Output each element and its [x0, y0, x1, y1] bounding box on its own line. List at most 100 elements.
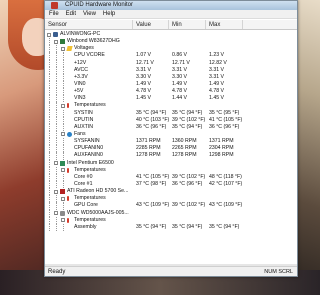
sensor-max: 1.49 V: [209, 80, 224, 87]
menu-view[interactable]: View: [83, 11, 96, 17]
voltage-icon: [66, 46, 73, 52]
sensor-row[interactable]: CPU VCORE 1.07 V 0.86 V 1.23 V: [45, 52, 297, 60]
sensor-name-cell: - WDC WD5000AAJS-005...: [45, 209, 133, 217]
tree-guide-line: [63, 52, 64, 60]
sensor-row[interactable]: VIN3 1.45 V 1.44 V 1.45 V: [45, 95, 297, 103]
menu-file[interactable]: File: [49, 11, 59, 17]
column-min[interactable]: Min: [169, 20, 206, 29]
collapse-toggle-icon[interactable]: -: [61, 132, 65, 137]
sensor-min: [169, 31, 206, 38]
tree-guide-line: [56, 216, 57, 224]
tree-node[interactable]: - Temperatures: [45, 102, 297, 110]
sensor-name-cell: +5V: [45, 88, 133, 96]
sensor-min: [169, 217, 206, 224]
tree-node[interactable]: - ALVINWONG-PC: [45, 31, 297, 38]
collapse-toggle-icon[interactable]: -: [54, 211, 58, 216]
sensor-row[interactable]: SYSFANIN 1371 RPM 1360 RPM 1371 RPM: [45, 138, 297, 146]
sensor-min: 1.44 V: [172, 95, 187, 102]
menu-edit[interactable]: Edit: [66, 11, 76, 17]
tree-guide-line: [56, 80, 57, 89]
sensor-row[interactable]: +12V 12.71 V 12.71 V 12.82 V: [45, 59, 297, 67]
sensor-name-cell: - ALVINWONG-PC: [45, 31, 133, 38]
tree-guide-line: [49, 109, 50, 117]
tree-guide-line: [56, 52, 57, 60]
sensor-min: 2265 RPM: [172, 145, 197, 152]
sensor-row[interactable]: Core #0 41 °C (105 °F) 39 °C (102 °F) 48 °C…: [45, 173, 297, 181]
collapse-toggle-icon[interactable]: -: [47, 32, 51, 37]
collapse-toggle-icon[interactable]: -: [61, 218, 65, 223]
sensor-row[interactable]: CPUFANIN0 2285 RPM 2265 RPM 2304 RPM: [45, 145, 297, 153]
sensor-value: [133, 160, 169, 167]
column-value[interactable]: Value: [133, 20, 169, 29]
hdd-icon: [60, 210, 65, 216]
sensor-max: 2304 RPM: [209, 145, 234, 152]
sensor-row[interactable]: Assembly 35 °C (94 °F) 35 °C (94 °F) 35 °C …: [45, 223, 297, 231]
collapse-toggle-icon[interactable]: -: [54, 161, 58, 166]
collapse-toggle-icon[interactable]: -: [61, 46, 65, 51]
sensor-max: [206, 45, 243, 52]
sensor-label: VIN3: [74, 95, 86, 102]
tree-guide-line: [63, 116, 64, 124]
menu-help[interactable]: Help: [103, 11, 115, 17]
tree-guide-line: [49, 209, 50, 217]
collapse-toggle-icon[interactable]: -: [54, 39, 58, 44]
tree-node[interactable]: - Fans: [45, 130, 297, 139]
sensor-min: [169, 210, 206, 217]
sensor-name-cell: AUXFANIN0: [45, 152, 133, 160]
sensor-min: [169, 195, 206, 202]
sensor-tree[interactable]: - ALVINWONG-PC - Winbond W83627DHG - Voltages…: [45, 31, 297, 266]
tree-guide-line: [49, 95, 50, 103]
sensor-row[interactable]: SYSTIN 35 °C (94 °F) 35 °C (94 °F) 35 °C (9…: [45, 109, 297, 117]
sensor-row[interactable]: +5V 4.78 V 4.78 V 4.78 V: [45, 88, 297, 96]
sensor-row[interactable]: CPUTIN 40 °C (103 °F) 39 °C (102 °F) 41 °C …: [45, 116, 297, 124]
sensor-max: [206, 31, 243, 38]
tree-guide-line: [49, 116, 50, 124]
sensor-label: CPUTIN: [74, 116, 94, 123]
tree-node[interactable]: - Temperatures: [45, 166, 297, 174]
sensor-label: CPU VCORE: [74, 52, 105, 59]
tree-node[interactable]: - Temperatures: [45, 195, 297, 203]
tree-node[interactable]: - ATI Radeon HD 5700 Se...: [45, 188, 297, 196]
sensor-label: ATI Radeon HD 5700 Se...: [67, 188, 129, 195]
sensor-max: 41 °C (105 °F): [209, 116, 243, 123]
tree-guide-line: [63, 123, 64, 131]
tree-guide-line: [49, 138, 50, 146]
sensor-min: 1360 RPM: [172, 138, 197, 145]
collapse-toggle-icon[interactable]: -: [54, 189, 58, 194]
sensor-name-cell: CPUFANIN0: [45, 145, 133, 153]
sensor-value: 40 °C (103 °F): [136, 116, 170, 123]
tree-node[interactable]: - Intel Pentium E6500: [45, 159, 297, 167]
column-max[interactable]: Max: [206, 20, 243, 29]
tree-node[interactable]: - Voltages: [45, 45, 297, 53]
sensor-name-cell: - Voltages: [45, 45, 133, 53]
collapse-toggle-icon[interactable]: -: [61, 168, 65, 173]
sensor-row[interactable]: Core #1 37 °C (98 °F) 36 °C (96 °F) 42 °C (…: [45, 180, 297, 189]
tree-node[interactable]: - Winbond W83627DHG: [45, 38, 297, 46]
sensor-max: [206, 167, 243, 174]
sensor-max: [206, 102, 243, 109]
sensor-row[interactable]: +3.3V 3.30 V 3.30 V 3.31 V: [45, 73, 297, 81]
sensor-value: 35 °C (94 °F): [136, 223, 167, 230]
tree-node[interactable]: - WDC WD5000AAJS-005...: [45, 209, 297, 217]
sensor-row[interactable]: AUXFANIN0 1278 RPM 1278 RPM 1298 RPM: [45, 152, 297, 160]
sensor-label: Assembly: [74, 223, 97, 230]
window-titlebar[interactable]: CPUID Hardware Monitor: [45, 1, 297, 10]
sensor-name-cell: Assembly: [45, 223, 133, 231]
sensor-max: [206, 188, 243, 195]
sensor-name-cell: - Temperatures: [45, 216, 133, 224]
column-sensor[interactable]: Sensor: [45, 20, 133, 29]
collapse-toggle-icon[interactable]: -: [61, 196, 65, 201]
tree-guide-line: [49, 52, 50, 60]
sensor-max: 42 °C (107 °F): [209, 180, 243, 187]
sensor-row[interactable]: VIN0 1.49 V 1.49 V 1.49 V: [45, 80, 297, 89]
sensor-row[interactable]: GPU Core 43 °C (109 °F) 39 °C (102 °F) 43 °…: [45, 202, 297, 210]
sensor-name-cell: +12V: [45, 59, 133, 67]
sensor-row[interactable]: AVCC 3.31 V 3.31 V 3.31 V: [45, 66, 297, 74]
sensor-value: [133, 31, 169, 38]
sensor-name-cell: CPUTIN: [45, 116, 133, 124]
sensor-row[interactable]: AUXTIN 36 °C (96 °F) 35 °C (94 °F) 36 °C (9…: [45, 123, 297, 131]
collapse-toggle-icon[interactable]: -: [61, 103, 65, 108]
tree-guide-line: [49, 38, 50, 46]
tree-guide-line: [63, 95, 64, 103]
tree-node[interactable]: - Temperatures: [45, 216, 297, 224]
